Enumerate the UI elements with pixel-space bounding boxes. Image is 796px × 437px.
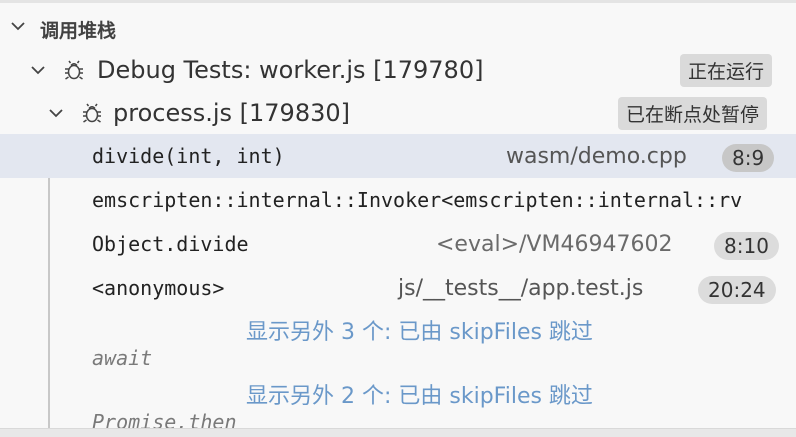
frame-function-name: Object.divide bbox=[92, 232, 249, 256]
chevron-down-icon[interactable] bbox=[8, 16, 28, 36]
stack-frame-row[interactable]: divide(int, int) wasm/demo.cpp 8:9 bbox=[0, 134, 796, 178]
show-skipped-frames-link[interactable]: 显示另外 3 个: 已由 skipFiles 跳过 bbox=[246, 314, 593, 346]
stack-frame-row[interactable]: <anonymous> js/__tests__/app.test.js 20:… bbox=[0, 266, 796, 310]
stack-frame-row[interactable]: Object.divide <eval>/VM46947602 8:10 bbox=[0, 222, 796, 266]
status-badge: 正在运行 bbox=[680, 54, 773, 87]
frame-function-name: <anonymous> bbox=[92, 276, 225, 300]
section-title: 调用堆栈 bbox=[40, 20, 117, 42]
bug-icon bbox=[62, 58, 86, 82]
stack-frame-row[interactable]: emscripten::internal::Invoker<emscripten… bbox=[0, 178, 796, 222]
frame-function-name: divide(int, int) bbox=[92, 144, 285, 168]
frame-line-badge: 20:24 bbox=[698, 276, 776, 304]
async-boundary-label: await bbox=[92, 346, 153, 370]
session-label: Debug Tests: worker.js [179780] bbox=[97, 56, 484, 84]
frame-line-badge: 8:9 bbox=[722, 144, 775, 172]
show-skipped-frames-link[interactable]: 显示另外 2 个: 已由 skipFiles 跳过 bbox=[246, 378, 593, 410]
status-badge: 已在断点处暂停 bbox=[618, 97, 768, 130]
session-label: process.js [179830] bbox=[113, 99, 350, 127]
session-row-worker[interactable]: Debug Tests: worker.js [179780] 正在运行 bbox=[0, 48, 796, 92]
session-row-process[interactable]: process.js [179830] 已在断点处暂停 bbox=[0, 91, 796, 135]
frame-source-file: wasm/demo.cpp bbox=[506, 144, 687, 169]
frame-line-badge: 8:10 bbox=[714, 232, 779, 260]
call-stack-section-header[interactable]: 调用堆栈 bbox=[0, 6, 796, 46]
frame-source-file: <eval>/VM46947602 bbox=[436, 232, 673, 257]
bug-icon bbox=[80, 101, 104, 125]
chevron-down-icon[interactable] bbox=[46, 103, 66, 123]
top-divider bbox=[0, 0, 796, 3]
frame-source-file: js/__tests__/app.test.js bbox=[398, 276, 644, 301]
frame-function-name: emscripten::internal::Invoker<emscripten… bbox=[92, 188, 743, 212]
chevron-down-icon[interactable] bbox=[28, 60, 48, 80]
